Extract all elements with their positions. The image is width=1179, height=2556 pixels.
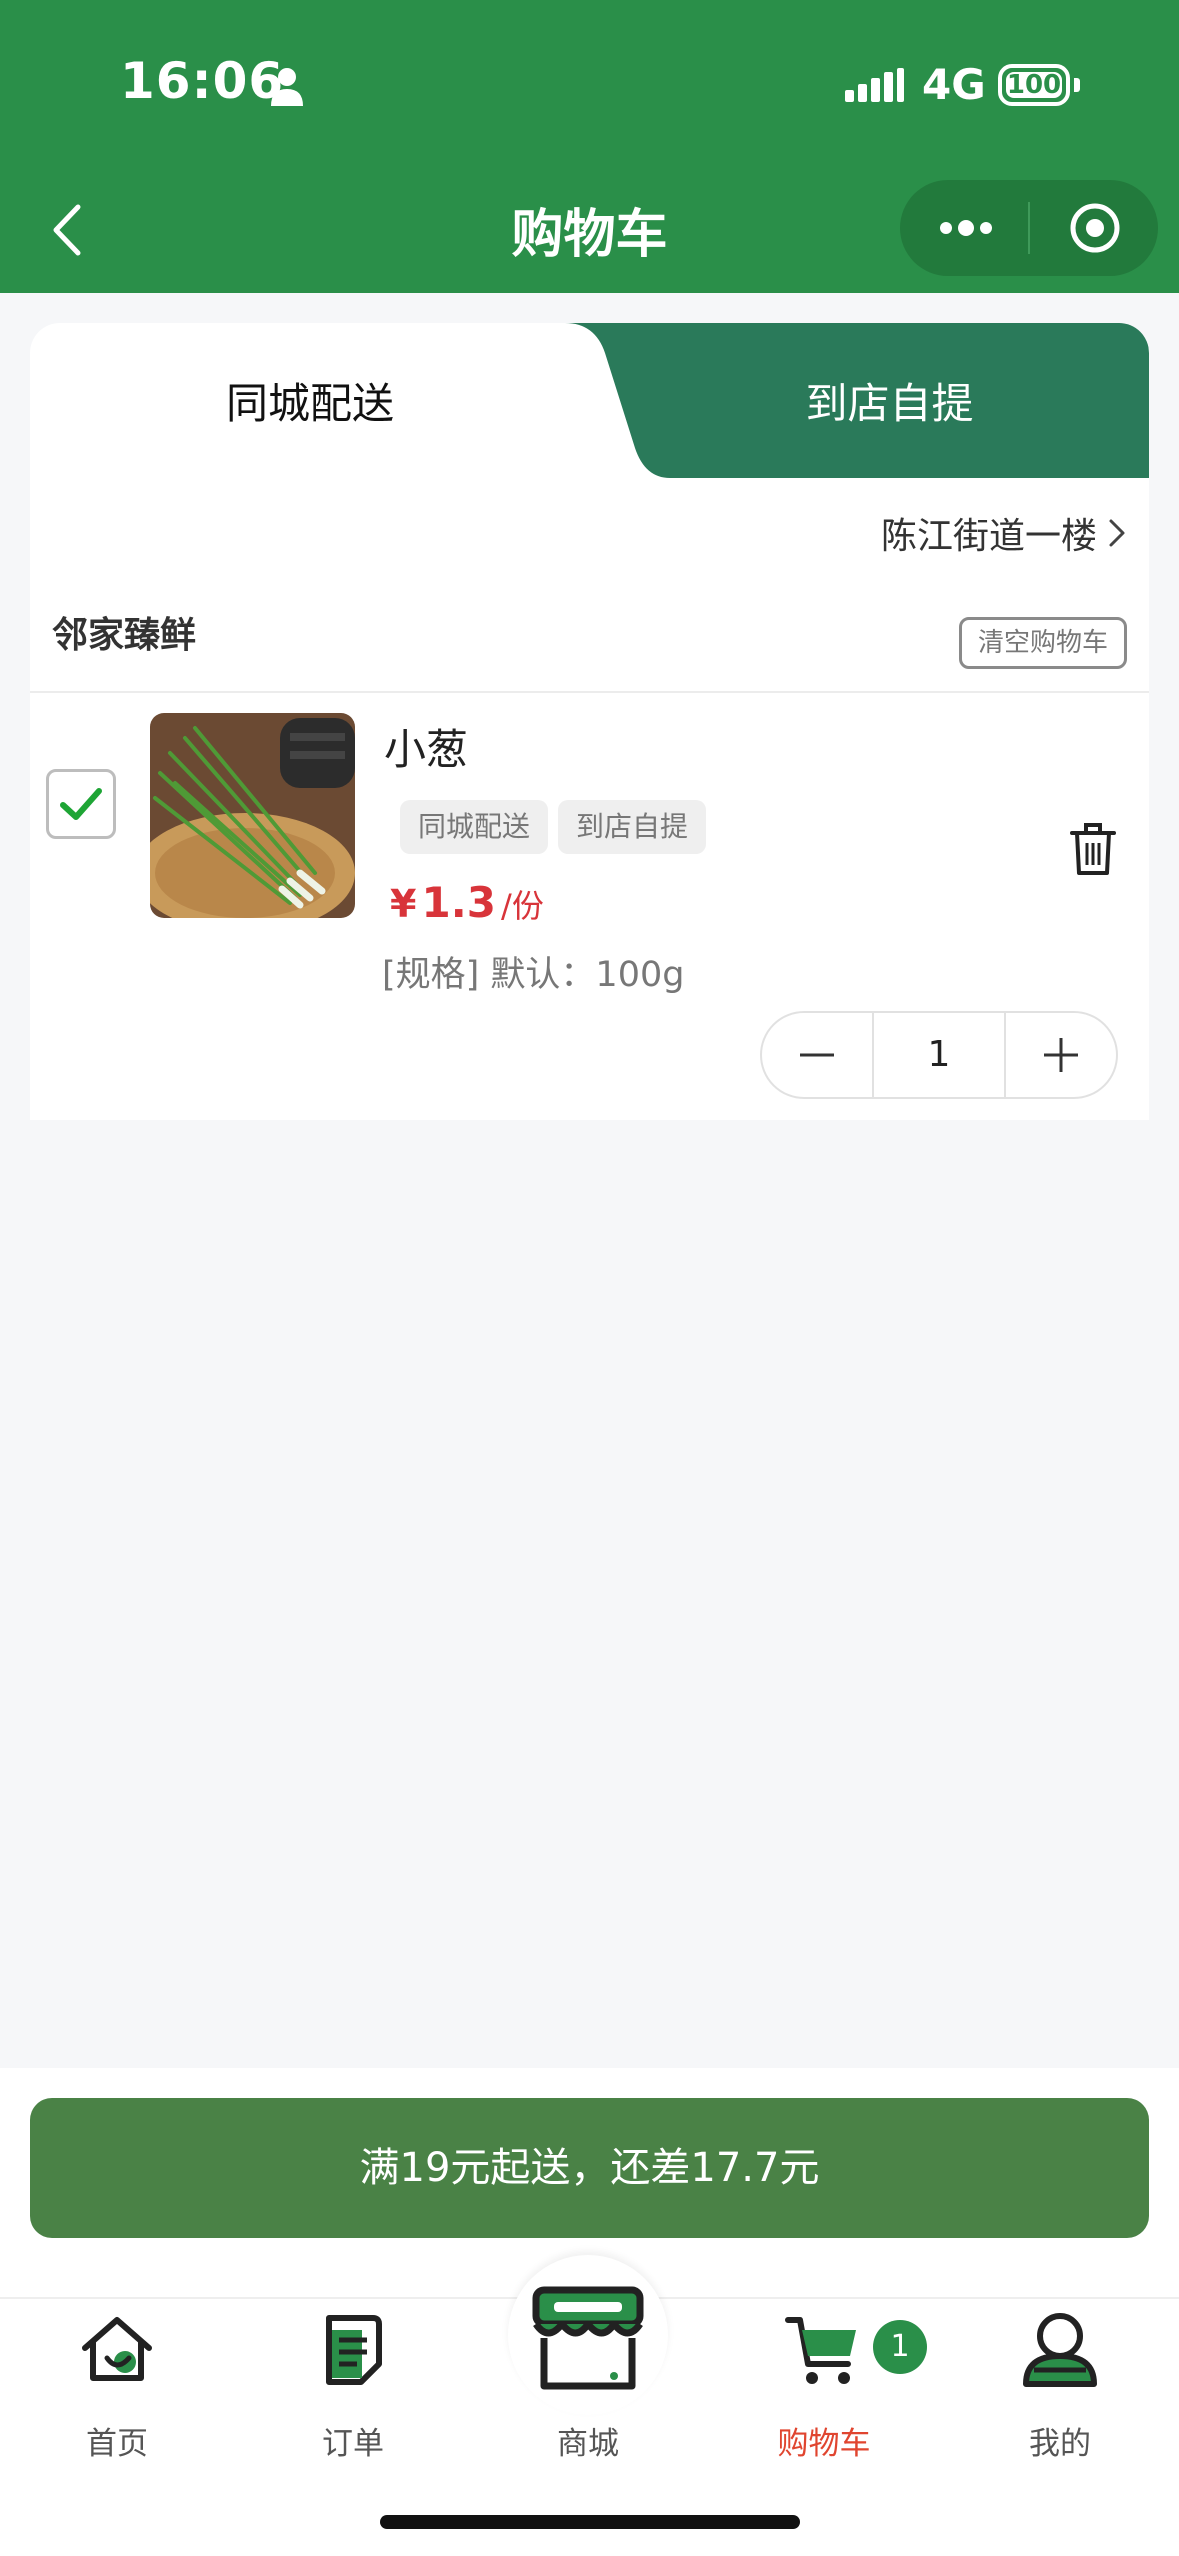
divider <box>30 691 1149 693</box>
tag-store-pickup: 到店自提 <box>558 800 707 854</box>
tag-local-delivery: 同城配送 <box>400 800 549 854</box>
tab-store[interactable]: 商城 <box>488 2286 688 2462</box>
status-time: 16:06 <box>120 52 285 110</box>
quantity-stepper: 1 <box>760 1011 1118 1099</box>
network-label: 4G <box>922 60 986 109</box>
price-unit: /份 <box>501 887 544 925</box>
top-header: 16:06 4G 100 购物车 <box>0 0 1179 293</box>
tab-profile[interactable]: 我的 <box>960 2310 1160 2462</box>
person-icon <box>271 68 303 106</box>
product-spec: [规格] 默认：100g <box>382 955 685 995</box>
tab-orders[interactable]: 订单 <box>253 2310 453 2462</box>
battery-icon: 100 <box>998 64 1070 106</box>
address-selector[interactable]: 陈江街道一楼 <box>881 507 1127 559</box>
tab-label: 商城 <box>557 2426 619 2462</box>
product-price: ¥ 1.3 /份 <box>390 878 544 927</box>
address-text: 陈江街道一楼 <box>880 516 1097 557</box>
store-icon <box>532 2286 644 2390</box>
more-icon[interactable] <box>926 200 1006 256</box>
tab-label: 我的 <box>1029 2426 1091 2462</box>
miniprogram-capsule <box>900 180 1158 276</box>
trash-icon[interactable] <box>1068 823 1118 877</box>
signal-icon <box>845 68 904 102</box>
order-icon <box>326 2315 382 2385</box>
tab-local-delivery[interactable]: 同城配送 <box>30 323 590 478</box>
clear-cart-button[interactable]: 清空购物车 <box>958 617 1127 669</box>
price-value: 1.3 <box>421 878 496 927</box>
capsule-divider <box>1028 202 1030 254</box>
product-name: 小葱 <box>384 725 469 774</box>
check-icon <box>60 788 102 820</box>
home-indicator <box>380 2515 800 2529</box>
checkout-button[interactable]: 满19元起送，还差17.7元 <box>30 2098 1149 2238</box>
home-icon <box>82 2317 152 2381</box>
cart-card: 同城配送 到店自提 陈江街道一楼 邻家臻鲜 清空购物车 小葱 同城配送 到店自提… <box>30 323 1149 1120</box>
battery-level: 100 <box>1006 70 1062 100</box>
battery-tip <box>1074 78 1080 92</box>
quantity-value[interactable]: 1 <box>874 1013 1004 1097</box>
cart-icon <box>785 2317 856 2384</box>
shop-name: 邻家臻鲜 <box>52 615 197 656</box>
item-checkbox[interactable] <box>46 769 116 839</box>
tab-store-pickup[interactable]: 到店自提 <box>630 323 1149 478</box>
tab-label: 首页 <box>86 2426 148 2462</box>
cart-badge: 1 <box>873 2320 927 2374</box>
chevron-right-icon <box>1109 519 1125 547</box>
tab-home[interactable]: 首页 <box>17 2310 217 2462</box>
decrease-button[interactable] <box>762 1013 872 1097</box>
product-image[interactable] <box>150 713 355 918</box>
price-currency: ¥ <box>390 882 417 926</box>
tab-label: 购物车 <box>777 2426 871 2462</box>
user-icon <box>1023 2313 1097 2387</box>
close-miniprogram-icon[interactable] <box>1060 200 1130 256</box>
increase-button[interactable] <box>1006 1013 1116 1097</box>
tab-label: 订单 <box>322 2426 384 2462</box>
